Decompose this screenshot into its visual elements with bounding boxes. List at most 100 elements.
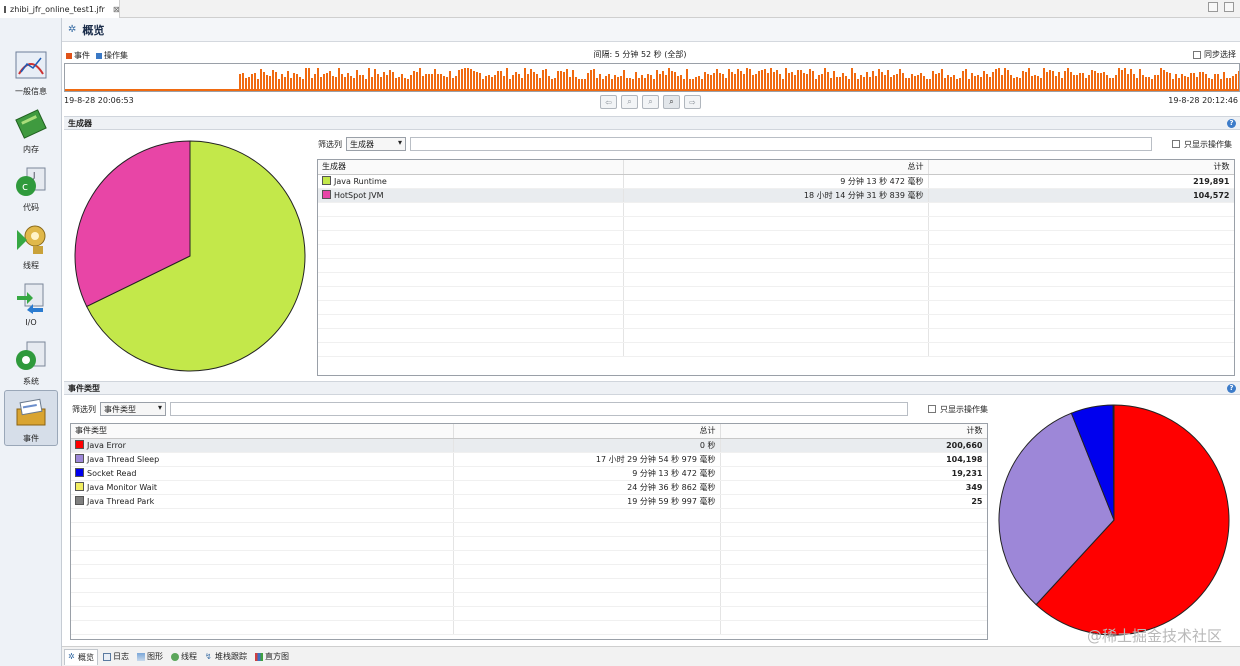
column-header[interactable]: 事件类型 bbox=[71, 424, 454, 439]
timeline-bar bbox=[266, 75, 268, 91]
timeline-bar bbox=[854, 73, 856, 91]
filter-input[interactable] bbox=[410, 137, 1152, 151]
gear-icon: ✲ bbox=[68, 652, 75, 661]
timeline-bar bbox=[959, 78, 961, 91]
timeline-bar bbox=[371, 77, 373, 91]
help-icon[interactable]: ? bbox=[1227, 119, 1236, 128]
timeline-bar bbox=[1079, 73, 1081, 91]
tab-overview[interactable]: ✲ 概览 bbox=[64, 648, 98, 665]
timeline-bar bbox=[884, 75, 886, 91]
editor-tab[interactable]: zhibi_jfr_online_test1.jfr ⊠ bbox=[0, 0, 120, 18]
sidebar-item-general[interactable]: 一般信息 bbox=[4, 44, 58, 100]
timeline-bar bbox=[1028, 68, 1030, 91]
sidebar-item-threads[interactable]: 线程 bbox=[4, 218, 58, 274]
only-opset-label: 只显示操作集 bbox=[1184, 139, 1232, 149]
column-header[interactable]: 计数 bbox=[928, 160, 1234, 175]
timeline-bar bbox=[776, 70, 778, 91]
timeline-bar bbox=[500, 71, 502, 91]
editor-tab-title: zhibi_jfr_online_test1.jfr bbox=[10, 4, 105, 14]
timeline-bar bbox=[1226, 78, 1228, 91]
sidebar-item-io[interactable]: I/O bbox=[4, 276, 58, 332]
timeline-bar bbox=[404, 78, 406, 91]
timeline-bar bbox=[938, 73, 940, 91]
timeline-bar bbox=[380, 77, 382, 91]
timeline-bar bbox=[533, 72, 535, 91]
filter-input[interactable] bbox=[170, 402, 908, 416]
only-opset-checkbox[interactable] bbox=[1172, 140, 1180, 148]
timeline-bar bbox=[410, 75, 412, 91]
close-icon[interactable]: ⊠ bbox=[113, 5, 120, 14]
sidebar-item-memory[interactable]: 内存 bbox=[4, 102, 58, 158]
timeline-bar bbox=[755, 74, 757, 91]
producers-table[interactable]: 生成器 总计 计数 Java Runtime 9 分钟 13 秒 472 毫秒 … bbox=[317, 159, 1235, 376]
column-header[interactable]: 计数 bbox=[720, 424, 987, 439]
column-header[interactable]: 总计 bbox=[623, 160, 929, 175]
zoom-out-button[interactable]: ⌕ bbox=[621, 95, 638, 109]
event-types-table[interactable]: 事件类型 总计 计数 Java Error 0 秒 200,660 Java T… bbox=[70, 423, 988, 640]
table-row[interactable]: Socket Read 9 分钟 13 秒 472 毫秒 19,231 bbox=[71, 466, 987, 481]
timeline-bar bbox=[1208, 78, 1210, 91]
tab-histogram[interactable]: 直方图 bbox=[252, 649, 292, 665]
zoom-select-button[interactable]: ⌕ bbox=[663, 95, 680, 109]
filter-column-dropdown[interactable]: 生成器 bbox=[346, 137, 406, 151]
table-row[interactable]: HotSpot JVM 18 小时 14 分钟 31 秒 839 毫秒 104,… bbox=[318, 188, 1234, 203]
column-header[interactable]: 总计 bbox=[453, 424, 721, 439]
timeline-bar bbox=[896, 74, 898, 91]
timeline-bar bbox=[944, 78, 946, 91]
timeline-bar bbox=[1085, 78, 1087, 91]
table-row[interactable]: Java Thread Sleep 17 小时 29 分钟 54 秒 979 毫… bbox=[71, 452, 987, 467]
maximize-icon[interactable] bbox=[1224, 2, 1234, 12]
sidebar-item-events[interactable]: 事件 bbox=[4, 390, 58, 446]
timeline-bar bbox=[710, 75, 712, 91]
timeline-bar bbox=[242, 73, 244, 91]
timeline-bar bbox=[761, 70, 763, 91]
column-header[interactable]: 生成器 bbox=[318, 160, 624, 175]
filter-column-dropdown[interactable]: 事件类型 bbox=[100, 402, 166, 416]
sidebar-item-system[interactable]: 系统 bbox=[4, 334, 58, 390]
timeline-bar bbox=[734, 74, 736, 91]
timeline-bar bbox=[341, 74, 343, 91]
timeline-bar bbox=[392, 72, 394, 91]
timeline-bar bbox=[758, 71, 760, 91]
timeline-bar bbox=[518, 74, 520, 91]
timeline-bar bbox=[962, 71, 964, 91]
timeline-bar bbox=[350, 76, 352, 91]
tab-stack-trace[interactable]: ↯ 堆栈跟踪 bbox=[202, 649, 250, 665]
empty-row bbox=[318, 300, 1234, 315]
row-count-cell: 200,660 bbox=[720, 438, 987, 453]
timeline-bar bbox=[263, 72, 265, 91]
timeline-bar bbox=[608, 74, 610, 91]
scroll-left-button[interactable]: ⇦ bbox=[600, 95, 617, 109]
help-icon[interactable]: ? bbox=[1227, 384, 1236, 393]
minimize-icon[interactable] bbox=[1208, 2, 1218, 12]
tab-log[interactable]: 日志 bbox=[100, 649, 132, 665]
tab-threads[interactable]: 线程 bbox=[168, 649, 200, 665]
timeline-bar bbox=[251, 74, 253, 91]
row-count-cell: 19,231 bbox=[720, 466, 987, 481]
timeline-bar bbox=[539, 78, 541, 91]
timeline-bar bbox=[299, 77, 301, 91]
timeline-bar bbox=[830, 78, 832, 91]
empty-row bbox=[71, 592, 987, 607]
checkbox[interactable] bbox=[1193, 50, 1201, 59]
timeline-bar bbox=[1169, 73, 1171, 91]
table-row[interactable]: Java Error 0 秒 200,660 bbox=[71, 438, 987, 453]
timeline-chart[interactable] bbox=[64, 63, 1240, 92]
gear-icon: ✲ bbox=[68, 24, 77, 35]
timeline-bar bbox=[497, 71, 499, 91]
timeline-bar bbox=[329, 71, 331, 91]
table-row[interactable]: Java Runtime 9 分钟 13 秒 472 毫秒 219,891 bbox=[318, 174, 1234, 189]
timeline-bar bbox=[332, 76, 334, 91]
page-header: ✲ 概览 bbox=[62, 18, 1240, 42]
only-opset-checkbox[interactable] bbox=[928, 405, 936, 413]
timeline-bar bbox=[353, 78, 355, 91]
scroll-right-button[interactable]: ⇨ bbox=[684, 95, 701, 109]
tab-graph[interactable]: 图形 bbox=[134, 649, 166, 665]
table-row[interactable]: Java Monitor Wait 24 分钟 36 秒 862 毫秒 349 bbox=[71, 480, 987, 495]
zoom-in-button[interactable]: ⌕ bbox=[642, 95, 659, 109]
sync-select-checkbox[interactable]: 同步选择 bbox=[1193, 49, 1236, 60]
timeline-bar bbox=[1130, 69, 1132, 91]
table-row[interactable]: Java Thread Park 19 分钟 59 秒 997 毫秒 25 bbox=[71, 494, 987, 509]
sidebar-item-code[interactable]: cJ 代码 bbox=[4, 160, 58, 216]
timeline-bar bbox=[989, 77, 991, 91]
